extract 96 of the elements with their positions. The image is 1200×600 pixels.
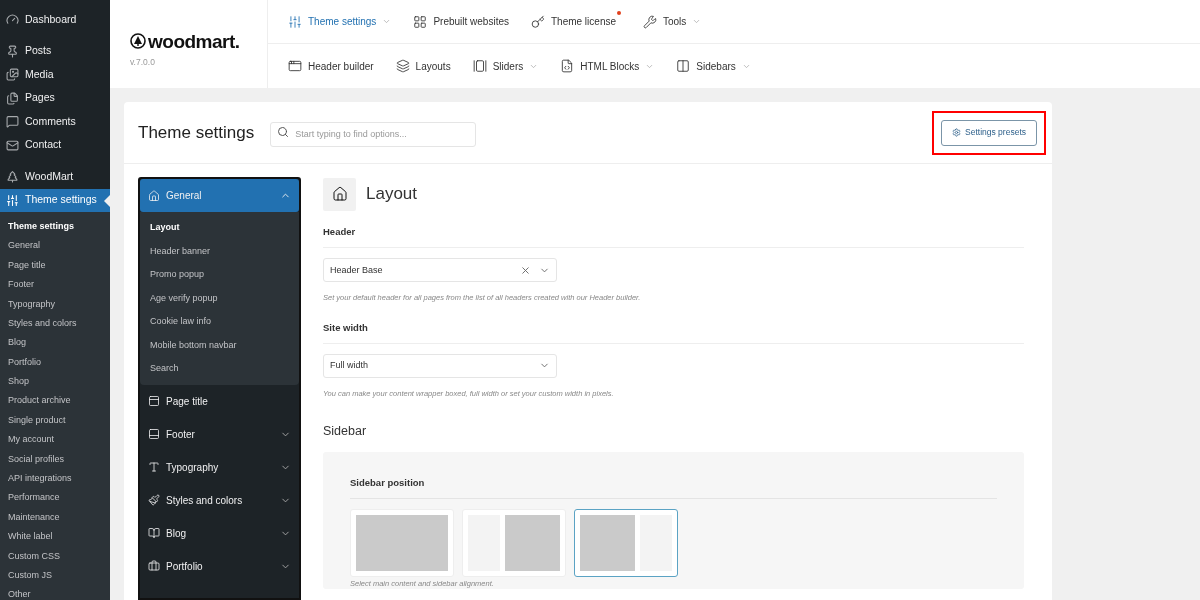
admin-submenu-link[interactable]: Custom JS: [0, 566, 110, 586]
logo-tree-icon: [130, 33, 146, 50]
admin-submenu-link[interactable]: General: [0, 236, 110, 256]
admin-submenu-link[interactable]: Social profiles: [0, 449, 110, 470]
section-nav-item[interactable]: Page title: [140, 384, 299, 418]
speech-bubble-icon: [6, 115, 19, 129]
brush-icon: [148, 494, 160, 506]
admin-submenu-link[interactable]: Maintenance: [0, 507, 110, 528]
select-field[interactable]: Full width: [323, 353, 557, 378]
admin-submenu-link[interactable]: Shop: [0, 372, 110, 392]
page-title: Theme settings: [138, 121, 255, 144]
top-nav-link[interactable]: Header builder: [288, 58, 374, 74]
images-icon: [6, 68, 19, 82]
book-icon: [148, 527, 160, 539]
section-title: Layout: [366, 183, 418, 206]
admin-menu-item[interactable]: Pages: [0, 86, 110, 110]
section-submenu-link[interactable]: Search: [140, 357, 299, 381]
house-icon: [331, 186, 348, 202]
key-icon: [530, 14, 545, 29]
admin-submenu-link[interactable]: API integrations: [0, 469, 110, 489]
admin-menu-item[interactable]: Comments: [0, 110, 110, 134]
section-submenu-link[interactable]: Layout: [140, 216, 299, 240]
field-label: Header: [323, 225, 1024, 249]
section-nav-item[interactable]: Footer: [140, 417, 299, 451]
caret-icon: [382, 17, 392, 26]
top-nav-link[interactable]: Sliders: [472, 58, 539, 74]
type-icon: [148, 461, 160, 473]
window-icon: [288, 59, 302, 73]
section-submenu-link[interactable]: Mobile bottom navbar: [140, 333, 299, 357]
pages-icon: [6, 91, 19, 105]
pin-icon: [6, 44, 19, 58]
columns-icon: [676, 59, 691, 73]
sidebar-layout-option[interactable]: [574, 509, 678, 577]
admin-submenu-link[interactable]: Page title: [0, 255, 110, 276]
admin-submenu-link[interactable]: Footer: [0, 275, 110, 295]
section-nav-item[interactable]: Portfolio: [140, 549, 299, 583]
admin-submenu-link[interactable]: White label: [0, 527, 110, 547]
top-nav-link[interactable]: Theme license: [530, 14, 621, 29]
section-nav-item[interactable]: General: [140, 179, 299, 212]
top-nav-link[interactable]: HTML Blocks: [560, 58, 655, 74]
top-nav-link[interactable]: Sidebars: [676, 58, 751, 74]
briefcase-icon: [148, 560, 160, 572]
brand-logo-text: woodmart.: [148, 31, 240, 51]
section-nav-item[interactable]: Styles and colors: [140, 483, 299, 517]
version-label: v.7.0.0: [130, 55, 156, 69]
admin-menu-item[interactable]: Dashboard: [0, 8, 110, 32]
field-label: Sidebar position: [350, 475, 997, 499]
admin-submenu-link[interactable]: Product archive: [0, 391, 110, 411]
group-title: Sidebar: [323, 423, 368, 440]
panel-top-icon: [148, 395, 160, 407]
sliders-icon: [288, 14, 302, 29]
dashboard-gauge-icon: [6, 13, 19, 27]
current-pointer-icon: [104, 194, 110, 207]
section-submenu-link[interactable]: Cookie law info: [140, 310, 299, 334]
grid-icon: [413, 14, 428, 29]
section-submenu-link[interactable]: Promo popup: [140, 263, 299, 287]
settings-presets-button[interactable]: Settings presets: [941, 119, 1037, 146]
top-nav-link[interactable]: Layouts: [395, 58, 451, 74]
admin-menu-item[interactable]: WoodMart: [0, 165, 110, 189]
search-icon: [277, 126, 290, 138]
layers-icon: [395, 59, 410, 73]
section-nav-item[interactable]: Blog: [140, 516, 299, 550]
admin-submenu-link[interactable]: Performance: [0, 488, 110, 508]
caret-icon: [692, 17, 702, 26]
admin-submenu-link[interactable]: Other: [0, 585, 110, 600]
field-label: Site width: [323, 320, 1024, 344]
house-icon: [148, 189, 160, 202]
admin-submenu-link[interactable]: My account: [0, 430, 110, 450]
section-submenu-link[interactable]: Header banner: [140, 239, 299, 263]
tree-icon: [6, 170, 19, 184]
gear-icon: [952, 128, 962, 137]
admin-submenu-link[interactable]: Theme settings: [0, 217, 110, 237]
top-nav-link[interactable]: Tools: [643, 14, 702, 29]
admin-submenu-link[interactable]: Portfolio: [0, 352, 110, 373]
top-nav-link[interactable]: Prebuilt websites: [413, 14, 509, 29]
section-submenu-link[interactable]: Age verify popup: [140, 286, 299, 310]
stacked-frames-icon: [472, 59, 487, 73]
search-field[interactable]: Start typing to find options...: [270, 121, 477, 147]
panel-bottom-icon: [148, 428, 160, 440]
admin-submenu-link[interactable]: Custom CSS: [0, 546, 110, 567]
clear-icon[interactable]: [520, 264, 531, 276]
admin-menu-item[interactable]: Theme settings: [0, 188, 110, 212]
admin-submenu-link[interactable]: Typography: [0, 294, 110, 314]
select-field[interactable]: Header Base: [323, 258, 557, 283]
admin-submenu-link[interactable]: Styles and colors: [0, 313, 110, 334]
admin-menu-item[interactable]: Posts: [0, 39, 110, 63]
code-file-icon: [560, 59, 575, 73]
admin-submenu-link[interactable]: Single product: [0, 410, 110, 431]
envelope-icon: [6, 138, 19, 152]
admin-menu-item[interactable]: Media: [0, 63, 110, 87]
sliders-icon: [6, 193, 19, 207]
wrench-icon: [643, 14, 657, 29]
admin-submenu-link[interactable]: Blog: [0, 333, 110, 353]
top-nav-link[interactable]: Theme settings: [288, 14, 392, 29]
admin-menu-item[interactable]: Contact: [0, 133, 110, 157]
section-nav-item[interactable]: Typography: [140, 450, 299, 484]
